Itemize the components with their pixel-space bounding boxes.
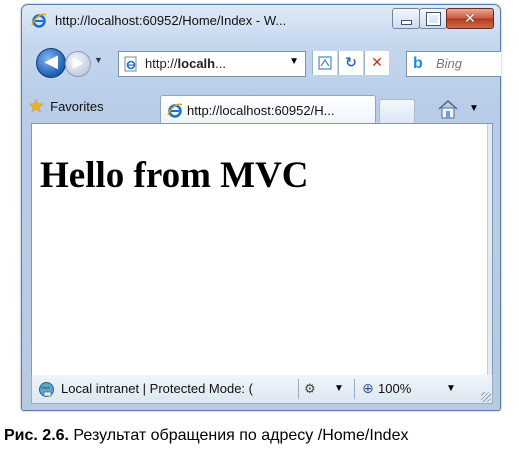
vertical-scrollbar[interactable] (487, 124, 492, 375)
security-zone-text: Local intranet | Protected Mode: ( (61, 381, 253, 396)
resize-grip[interactable] (481, 392, 491, 402)
window-controls: ✕ (392, 8, 494, 29)
ie-logo-icon (31, 13, 47, 28)
favorites-label: Favorites (50, 98, 104, 114)
address-bar[interactable]: http://localh... ▼ (118, 51, 306, 77)
ie-page-icon (167, 103, 183, 118)
figure-number: Рис. 2.6. (4, 427, 69, 444)
protected-mode-dropdown-icon[interactable]: ▼ (334, 383, 344, 394)
protected-mode-icon[interactable]: ⚙ (304, 381, 316, 397)
local-intranet-icon (39, 382, 54, 397)
favorites-button[interactable]: ★ Favorites (28, 93, 104, 119)
navigation-bar: ◀ ▶ ▼ http://localh... ▼ ↻ ✕ b Bing (22, 43, 501, 79)
stop-icon: ✕ (371, 54, 383, 70)
maximize-button[interactable] (419, 8, 447, 29)
close-icon: ✕ (464, 10, 476, 26)
zoom-dropdown-icon[interactable]: ▼ (446, 383, 456, 394)
compatibility-view-button[interactable] (312, 51, 337, 75)
page-heading: Hello from MVC (40, 155, 309, 196)
figure-caption: Рис. 2.6. Результат обращения по адресу … (4, 427, 408, 445)
figure-caption-text: Результат обращения по адресу /Home/Inde… (68, 427, 409, 444)
zoom-icon[interactable]: ⊕ (362, 380, 374, 397)
minimize-button[interactable] (392, 8, 420, 29)
compatibility-view-icon (318, 56, 332, 70)
refresh-icon: ↻ (345, 54, 357, 70)
refresh-button[interactable]: ↻ (338, 51, 363, 75)
new-tab-button[interactable] (379, 99, 415, 124)
forward-arrow-icon: ▶ (72, 54, 84, 70)
search-placeholder: Bing (436, 56, 463, 71)
title-bar[interactable]: http://localhost:60952/Home/Index - W...… (22, 5, 500, 35)
tab-current[interactable]: http://localhost:60952/H... (160, 95, 376, 126)
zoom-level[interactable]: 100% (378, 381, 411, 396)
recent-pages-dropdown[interactable]: ▼ (94, 55, 106, 69)
address-text: http://localh... (145, 56, 226, 71)
stop-button[interactable]: ✕ (364, 51, 389, 75)
home-icon[interactable] (437, 99, 459, 119)
back-button[interactable]: ◀ (36, 48, 66, 78)
status-separator (354, 379, 355, 399)
back-arrow-icon: ◀ (44, 51, 58, 71)
search-box[interactable]: b Bing (406, 51, 501, 77)
favorites-bar: ★ Favorites http://localhost:60952/H... … (22, 91, 500, 126)
browser-window: http://localhost:60952/Home/Index - W...… (21, 4, 501, 411)
status-separator (298, 379, 299, 399)
page-content: Hello from MVC (31, 123, 493, 376)
home-dropdown-icon[interactable]: ▼ (469, 103, 479, 114)
page-icon (124, 56, 137, 72)
bing-logo-icon: b (413, 55, 423, 72)
tab-title: http://localhost:60952/H... (187, 103, 335, 118)
maximize-icon (426, 12, 441, 26)
status-bar: Local intranet | Protected Mode: ( ⚙ ▼ ⊕… (31, 375, 493, 404)
minimize-icon (401, 20, 412, 25)
forward-button[interactable]: ▶ (65, 51, 91, 77)
address-dropdown-icon[interactable]: ▼ (289, 56, 299, 67)
window-title: http://localhost:60952/Home/Index - W... (55, 13, 287, 28)
close-button[interactable]: ✕ (446, 8, 494, 29)
star-icon: ★ (28, 95, 45, 116)
